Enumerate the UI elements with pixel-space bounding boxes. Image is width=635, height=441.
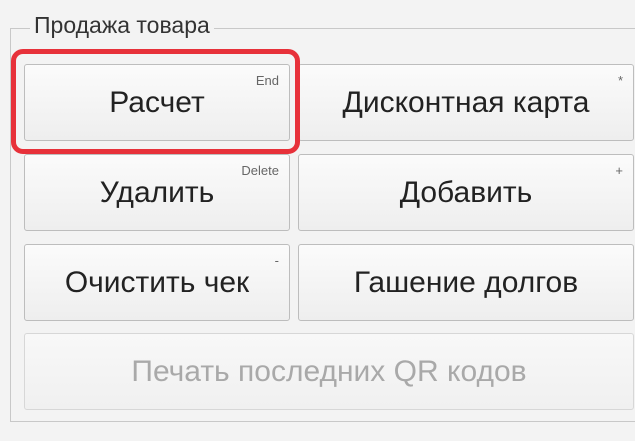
print-qr-codes-button-label: Печать последних QR кодов	[131, 354, 527, 388]
clear-check-hotkey: -	[274, 253, 279, 268]
calc-button-label: Расчет	[109, 85, 205, 119]
add-button-label: Добавить	[399, 175, 533, 209]
calc-hotkey: End	[255, 73, 279, 88]
add-hotkey: +	[615, 163, 623, 178]
add-button[interactable]: Добавить +	[298, 154, 634, 231]
sale-group-title: Продажа товара	[30, 10, 214, 40]
discount-card-button[interactable]: Дисконтная карта *	[298, 64, 634, 141]
calc-button[interactable]: Расчет End	[24, 64, 290, 141]
discount-card-button-label: Дисконтная карта	[342, 85, 590, 119]
print-qr-codes-button[interactable]: Печать последних QR кодов	[24, 333, 634, 410]
debt-payment-button-label: Гашение долгов	[353, 265, 579, 299]
clear-check-button[interactable]: Очистить чек -	[24, 244, 290, 321]
delete-button-label: Удалить	[99, 175, 215, 209]
debt-payment-button[interactable]: Гашение долгов	[298, 244, 634, 321]
discount-card-hotkey: *	[617, 73, 623, 88]
delete-hotkey: Delete	[241, 163, 279, 178]
delete-button[interactable]: Удалить Delete	[24, 154, 290, 231]
clear-check-button-label: Очистить чек	[64, 265, 250, 299]
